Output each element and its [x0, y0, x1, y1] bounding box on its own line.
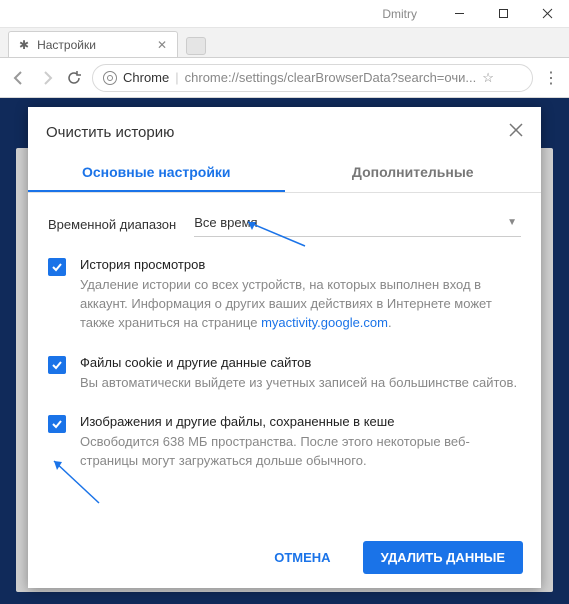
option-cache: Изображения и другие файлы, сохраненные …	[48, 414, 521, 471]
gear-icon: ✱	[19, 38, 29, 52]
myactivity-link[interactable]: myactivity.google.com	[261, 315, 388, 330]
reload-button[interactable]	[66, 70, 82, 86]
tab-close-icon[interactable]: ✕	[157, 38, 167, 52]
browser-menu-button[interactable]: ⋮	[543, 68, 559, 88]
window-minimize-button[interactable]	[437, 0, 481, 28]
dialog-footer: ОТМЕНА УДАЛИТЬ ДАННЫЕ	[28, 529, 541, 588]
time-range-row: Временной диапазон Все время ▼	[48, 211, 521, 237]
dialog-body: Временной диапазон Все время ▼ История п…	[28, 193, 541, 529]
address-bar[interactable]: Chrome | chrome://settings/clearBrowserD…	[92, 64, 533, 92]
tab-title: Настройки	[37, 38, 96, 52]
chevron-down-icon: ▼	[507, 217, 517, 228]
option-desc: Удаление истории со всех устройств, на к…	[80, 276, 521, 333]
confirm-button[interactable]: УДАЛИТЬ ДАННЫЕ	[363, 541, 523, 574]
checkbox-browsing-history[interactable]	[48, 258, 66, 276]
option-desc: Освободится 638 МБ пространства. После э…	[80, 433, 521, 471]
forward-button[interactable]	[38, 69, 56, 87]
option-title: Изображения и другие файлы, сохраненные …	[80, 414, 521, 429]
option-title: История просмотров	[80, 257, 521, 272]
new-tab-button[interactable]	[186, 37, 206, 55]
chrome-icon	[103, 71, 117, 85]
omnibox-prefix: Chrome	[123, 70, 169, 85]
checkbox-cache[interactable]	[48, 415, 66, 433]
dialog-header: Очистить историю	[28, 107, 541, 154]
browser-toolbar: Chrome | chrome://settings/clearBrowserD…	[0, 58, 569, 98]
dialog-tabs: Основные настройки Дополнительные	[28, 154, 541, 193]
dialog-close-button[interactable]	[509, 123, 523, 142]
omnibox-url: chrome://settings/clearBrowserData?searc…	[185, 70, 477, 85]
time-range-select[interactable]: Все время ▼	[194, 211, 521, 237]
window-close-button[interactable]	[525, 0, 569, 28]
tab-basic[interactable]: Основные настройки	[28, 154, 285, 192]
window-titlebar: Dmitry	[0, 0, 569, 28]
dialog-title: Очистить историю	[46, 124, 174, 141]
browser-tab-settings[interactable]: ✱ Настройки ✕	[8, 31, 178, 57]
clear-browsing-data-dialog: Очистить историю Основные настройки Допо…	[28, 107, 541, 588]
tab-advanced[interactable]: Дополнительные	[285, 154, 542, 192]
back-button[interactable]	[10, 69, 28, 87]
cancel-button[interactable]: ОТМЕНА	[256, 541, 348, 574]
option-cookies: Файлы cookie и другие данные сайтов Вы а…	[48, 355, 521, 393]
window-maximize-button[interactable]	[481, 0, 525, 28]
time-range-value: Все время	[194, 215, 257, 230]
browser-tabstrip: ✱ Настройки ✕	[0, 28, 569, 58]
bookmark-star-icon[interactable]: ☆	[482, 70, 494, 86]
option-browsing-history: История просмотров Удаление истории со в…	[48, 257, 521, 333]
option-title: Файлы cookie и другие данные сайтов	[80, 355, 521, 370]
checkbox-cookies[interactable]	[48, 356, 66, 374]
window-user: Dmitry	[382, 7, 417, 21]
option-desc: Вы автоматически выйдете из учетных запи…	[80, 374, 521, 393]
time-range-label: Временной диапазон	[48, 217, 176, 232]
